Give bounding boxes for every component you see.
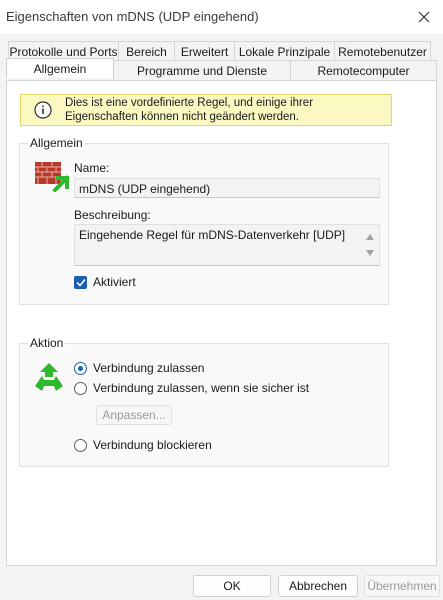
firewall-rule-icon <box>34 158 70 195</box>
general-legend: Allgemein <box>28 136 85 150</box>
tab-programme-und-dienste[interactable]: Programme und Dienste <box>113 60 291 80</box>
radio-allow-label[interactable]: Verbindung zulassen <box>93 361 204 375</box>
tab-remotebenutzer[interactable]: Remotebenutzer <box>334 41 431 61</box>
tab-lokale-prinzipale[interactable]: Lokale Prinzipale <box>234 41 335 61</box>
info-text-line-2: Eigenschaften können nicht geändert werd… <box>65 111 299 123</box>
enabled-label: Aktiviert <box>93 275 136 289</box>
radio-allow-secure[interactable] <box>74 382 87 395</box>
general-group: Allgemein Name: mDNS (UDP eingehend) Bes… <box>19 136 389 305</box>
name-label: Name: <box>74 161 110 175</box>
info-text: Dies ist eine vordefinierte Regel, und e… <box>65 96 313 124</box>
enabled-checkbox[interactable] <box>74 276 87 289</box>
tab-bereich[interactable]: Bereich <box>118 41 175 61</box>
radio-allow[interactable] <box>74 362 87 375</box>
info-text-line-1: Dies ist eine vordefinierte Regel, und e… <box>65 97 314 109</box>
tab-row-front: Allgemein Programme und Dienste Remoteco… <box>6 58 437 80</box>
tab-allgemein[interactable]: Allgemein <box>6 58 114 78</box>
title-bar: Eigenschaften von mDNS (UDP eingehend) <box>0 0 443 34</box>
scroll-down-icon[interactable] <box>365 246 375 260</box>
recycle-arrows-icon <box>32 360 66 397</box>
window-title: Eigenschaften von mDNS (UDP eingehend) <box>6 9 259 24</box>
name-field[interactable]: mDNS (UDP eingehend) <box>74 178 380 198</box>
close-icon[interactable] <box>413 6 435 28</box>
radio-allow-secure-label[interactable]: Verbindung zulassen, wenn sie sicher ist <box>93 381 309 395</box>
tab-erweitert[interactable]: Erweitert <box>174 41 235 61</box>
dialog-body: Protokolle und Ports Bereich Erweitert L… <box>0 34 443 600</box>
action-group: Aktion Verbindung zulassen Verbindung zu… <box>19 336 389 467</box>
action-legend: Aktion <box>28 336 66 350</box>
description-field[interactable]: Eingehende Regel für mDNS-Datenverkehr [… <box>74 224 380 266</box>
radio-block[interactable] <box>74 439 87 452</box>
tab-panel-allgemein: Dies ist eine vordefinierte Regel, und e… <box>6 80 437 566</box>
radio-block-label[interactable]: Verbindung blockieren <box>93 438 212 452</box>
info-banner: Dies ist eine vordefinierte Regel, und e… <box>20 94 392 126</box>
scroll-up-icon[interactable] <box>365 230 375 244</box>
ok-button[interactable]: OK <box>193 575 271 597</box>
apply-button[interactable]: Übernehmen <box>364 575 440 597</box>
description-text: Eingehende Regel für mDNS-Datenverkehr [… <box>79 228 346 242</box>
tab-remotecomputer[interactable]: Remotecomputer <box>290 60 437 80</box>
customize-button[interactable]: Anpassen... <box>96 405 172 425</box>
cancel-button[interactable]: Abbrechen <box>278 575 358 597</box>
info-icon <box>21 101 65 119</box>
description-label: Beschreibung: <box>74 208 151 222</box>
